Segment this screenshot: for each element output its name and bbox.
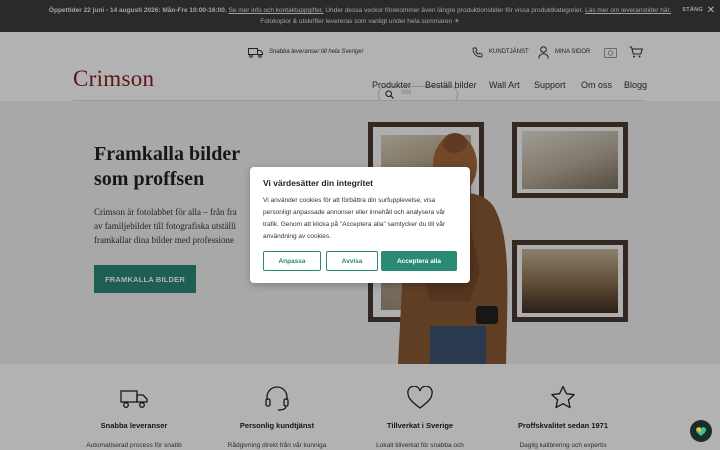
- customize-button[interactable]: Anpassa: [263, 251, 321, 271]
- cookie-dialog-text: Vi använder cookies för att förbättra di…: [263, 197, 446, 240]
- cookie-consent-dialog: Vi värdesätter din integritet Vi använde…: [250, 167, 470, 283]
- heart-chat-icon: [696, 427, 706, 436]
- cookie-dialog-title: Vi värdesätter din integritet: [263, 178, 373, 188]
- accept-all-button[interactable]: Acceptera alla: [381, 251, 457, 271]
- reject-button[interactable]: Avvisa: [326, 251, 378, 271]
- chat-widget-button[interactable]: [690, 420, 712, 442]
